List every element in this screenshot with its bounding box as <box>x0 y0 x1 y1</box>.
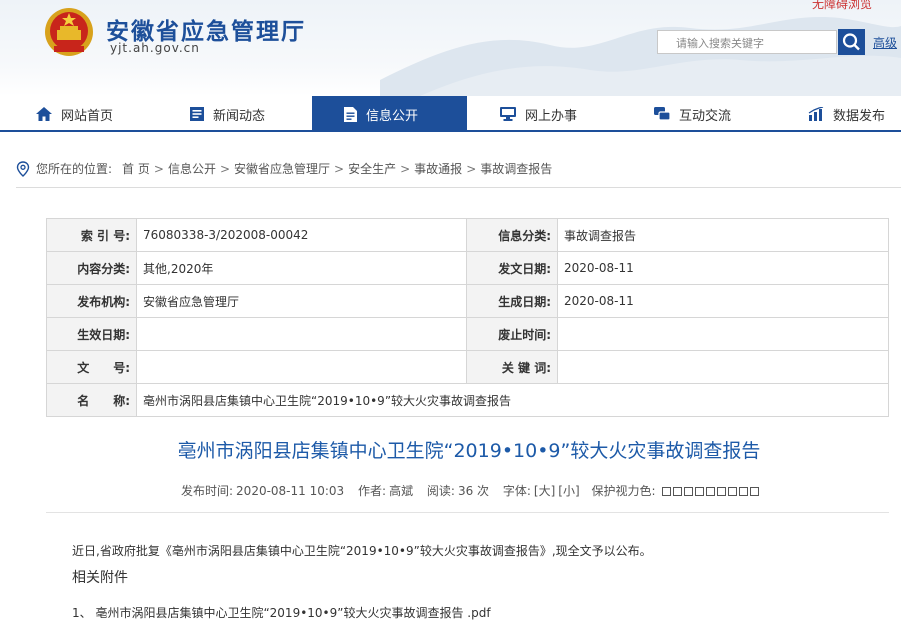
advanced-search-link[interactable]: 高级 <box>873 34 897 51</box>
nav-item-data-release[interactable]: 数据发布 <box>808 96 885 132</box>
issue-date-value: 2020-08-11 <box>557 251 889 285</box>
author: 高斌 <box>389 484 414 498</box>
content-category-label: 内容分类: <box>46 251 137 285</box>
eye-color-swatch[interactable] <box>684 487 694 496</box>
reads-label: 阅读: <box>426 484 455 498</box>
nav-item-online-service[interactable]: 网上办事 <box>500 96 577 132</box>
eye-color-swatch[interactable] <box>750 487 760 496</box>
eye-color-swatch[interactable] <box>739 487 749 496</box>
abolish-date-label: 废止时间: <box>466 317 558 351</box>
breadcrumb-item-safety[interactable]: 安全生产 <box>348 160 396 177</box>
nav-item-interaction[interactable]: 互动交流 <box>654 96 731 132</box>
breadcrumb-item-home[interactable]: 首 页 <box>122 160 150 177</box>
document-metadata-table: 索 引 号: 76080338-3/202008-00042 信息分类: 事故调… <box>46 218 889 417</box>
info-category-value: 事故调查报告 <box>557 218 889 252</box>
breadcrumb: 您所在的位置: 首 页 > 信息公开 > 安徽省应急管理厅 > 安全生产 > 事… <box>16 150 901 188</box>
index-number-label: 索 引 号: <box>46 218 137 252</box>
chat-icon <box>654 107 670 121</box>
publish-time-label: 发布时间: <box>181 484 234 498</box>
publisher-value: 安徽省应急管理厅 <box>136 284 467 318</box>
nav-label: 数据发布 <box>833 108 886 124</box>
eye-color-swatch[interactable] <box>728 487 738 496</box>
keywords-label: 关 键 词: <box>466 350 558 384</box>
main-nav: 网站首页 新闻动态 信息公开 网上办事 互动交流 数据发布 <box>0 96 901 132</box>
breadcrumb-separator: > <box>466 161 477 176</box>
font-size-label: 字体: <box>502 484 531 498</box>
breadcrumb-prefix: 您所在的位置: <box>36 162 113 176</box>
attachments-heading: 相关附件 <box>72 570 128 586</box>
site-header: 安徽省应急管理厅 yjt.ah.gov.cn 无障碍浏览 请输入搜索关键字 高级 <box>0 0 901 96</box>
breadcrumb-separator: > <box>334 161 345 176</box>
eye-color-swatch[interactable] <box>717 487 727 496</box>
document-number-label: 文 号: <box>46 350 137 384</box>
eye-protection-label: 保护视力色: <box>591 484 656 498</box>
article-body: 近日,省政府批复《亳州市涡阳县店集镇中心卫生院“2019•10•9”较大火灾事故… <box>72 544 652 558</box>
location-pin-icon <box>16 160 30 177</box>
breadcrumb-separator: > <box>153 161 164 176</box>
breadcrumb-separator: > <box>219 161 231 176</box>
publisher-label: 发布机构: <box>46 284 137 318</box>
name-value: 亳州市涡阳县店集镇中心卫生院“2019•10•9”较大火灾事故调查报告 <box>136 383 889 417</box>
eye-color-swatch[interactable] <box>695 487 705 496</box>
effective-date-label: 生效日期: <box>46 317 137 351</box>
read-count: 36 次 <box>457 484 490 498</box>
content-category-value: 其他,2020年 <box>136 251 467 285</box>
chart-icon <box>808 107 824 121</box>
article-info-bar: 发布时间: 2020-08-11 10:03 作者: 高斌 阅读: 36 次 字体:[… <box>181 482 762 499</box>
eye-color-swatch[interactable] <box>706 487 716 496</box>
article-title: 亳州市涡阳县店集镇中心卫生院“2019•10•9”较大火灾事故调查报告 <box>177 440 761 462</box>
breadcrumb-item-investigation[interactable]: 事故调查报告 <box>480 160 552 177</box>
font-large-button[interactable]: [大] <box>534 484 555 498</box>
font-small-button[interactable]: [小] <box>558 484 579 498</box>
name-label: 名 称: <box>46 383 137 417</box>
site-domain: yjt.ah.gov.cn <box>110 41 200 55</box>
table-row: 生效日期: 废止时间: <box>46 317 889 351</box>
generated-date-label: 生成日期: <box>466 284 558 318</box>
nav-label: 互动交流 <box>679 108 732 124</box>
abolish-date-value <box>557 317 889 351</box>
info-category-label: 信息分类: <box>466 218 558 252</box>
keywords-value <box>557 350 889 384</box>
news-icon <box>190 107 204 121</box>
nav-label: 网上办事 <box>525 108 578 124</box>
table-row: 内容分类: 其他,2020年 发文日期: 2020-08-11 <box>46 251 889 285</box>
eye-color-swatches <box>662 487 760 496</box>
accessibility-link[interactable]: 无障碍浏览 <box>812 0 872 12</box>
eye-color-swatch[interactable] <box>673 487 683 496</box>
nav-item-info-public[interactable]: 信息公开 <box>312 96 467 132</box>
home-icon <box>36 107 52 121</box>
search-button[interactable] <box>838 29 865 55</box>
monitor-icon <box>500 107 516 121</box>
search-input[interactable]: 请输入搜索关键字 <box>657 30 837 54</box>
nav-item-home[interactable]: 网站首页 <box>36 96 113 132</box>
publish-time: 2020-08-11 10:03 <box>236 484 345 498</box>
document-icon <box>344 106 357 122</box>
breadcrumb-item-department[interactable]: 安徽省应急管理厅 <box>234 160 330 177</box>
national-emblem-icon <box>45 8 93 56</box>
table-row: 名 称: 亳州市涡阳县店集镇中心卫生院“2019•10•9”较大火灾事故调查报告 <box>46 383 889 417</box>
divider <box>46 512 889 513</box>
eye-color-swatch[interactable] <box>662 487 672 496</box>
index-number-value: 76080338-3/202008-00042 <box>136 218 467 252</box>
document-number-value <box>136 350 467 384</box>
effective-date-value <box>136 317 467 351</box>
nav-label: 网站首页 <box>61 108 114 124</box>
table-row: 索 引 号: 76080338-3/202008-00042 信息分类: 事故调… <box>46 218 889 252</box>
author-label: 作者: <box>358 484 387 498</box>
nav-label: 信息公开 <box>366 108 419 124</box>
nav-item-news[interactable]: 新闻动态 <box>190 96 265 132</box>
table-row: 文 号: 关 键 词: <box>46 350 889 384</box>
nav-label: 新闻动态 <box>213 108 266 124</box>
attachment-link[interactable]: 1、 亳州市涡阳县店集镇中心卫生院“2019•10•9”较大火灾事故调查报告 .… <box>72 604 491 621</box>
table-row: 发布机构: 安徽省应急管理厅 生成日期: 2020-08-11 <box>46 284 889 318</box>
generated-date-value: 2020-08-11 <box>557 284 889 318</box>
search-icon <box>842 33 860 51</box>
issue-date-label: 发文日期: <box>466 251 558 285</box>
breadcrumb-separator: > <box>400 161 411 176</box>
breadcrumb-item-info-public[interactable]: 信息公开 <box>168 160 216 177</box>
breadcrumb-item-accident-notice[interactable]: 事故通报 <box>414 160 462 177</box>
